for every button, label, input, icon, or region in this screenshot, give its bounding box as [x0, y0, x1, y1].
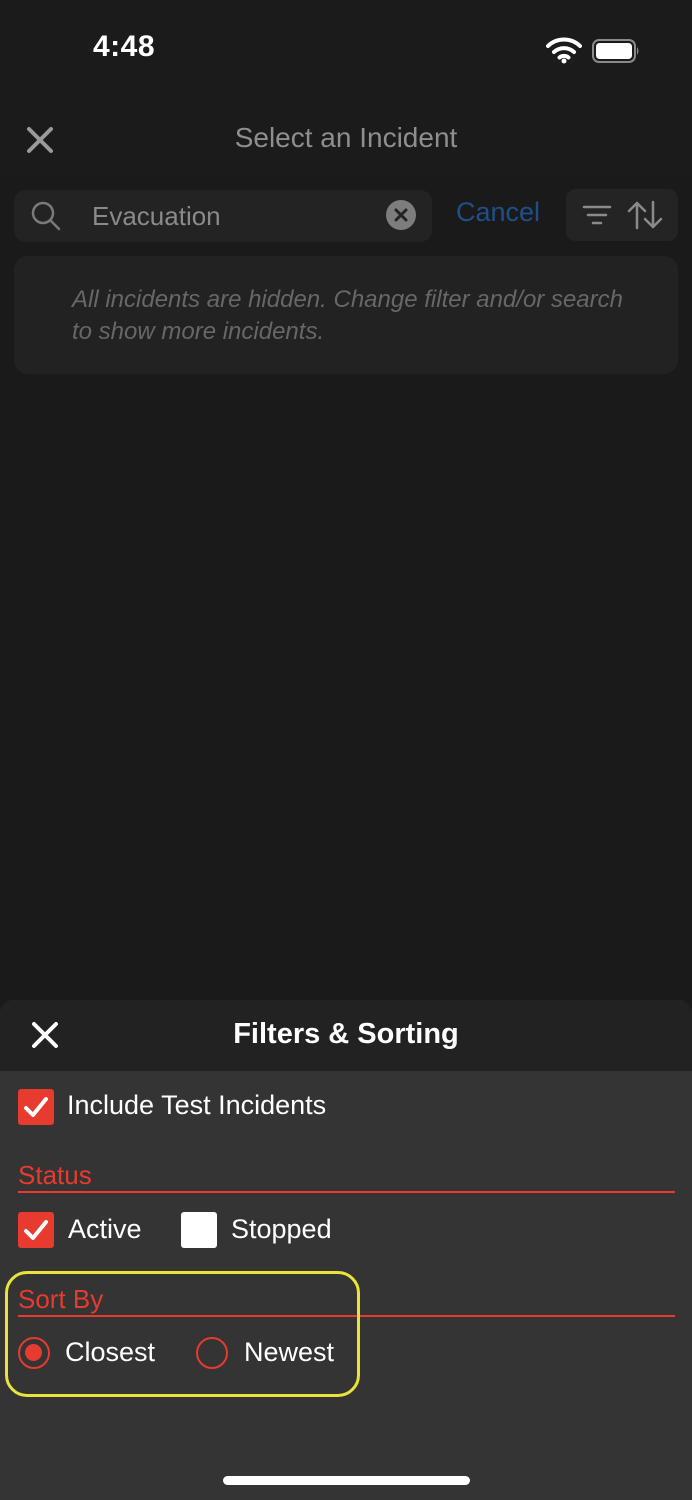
search-input[interactable] — [92, 192, 372, 240]
filter-icon — [582, 205, 612, 225]
cancel-button[interactable]: Cancel — [456, 197, 540, 228]
filters-sheet — [0, 1000, 692, 1500]
wifi-icon — [546, 37, 582, 64]
stopped-checkbox[interactable] — [181, 1212, 217, 1248]
clear-icon — [394, 208, 408, 222]
stopped-label: Stopped — [231, 1214, 332, 1244]
status-divider — [18, 1191, 675, 1193]
page-title: Select an Incident — [234, 122, 458, 153]
clear-search-button[interactable] — [386, 200, 416, 230]
status-section-label: Status — [18, 1160, 92, 1190]
active-label: Active — [68, 1214, 142, 1244]
sort-icon — [627, 200, 663, 230]
include-test-checkbox[interactable] — [18, 1089, 54, 1125]
empty-state-message: All incidents are hidden. Change filter … — [72, 286, 623, 345]
include-test-label: Include Test Incidents — [67, 1090, 327, 1120]
home-indicator — [223, 1476, 470, 1485]
sheet-title: Filters & Sorting — [233, 1018, 459, 1050]
search-icon — [31, 201, 61, 231]
filter-sort-button[interactable] — [566, 189, 678, 241]
battery-icon — [592, 39, 639, 63]
status-time: 4:48 — [93, 30, 156, 63]
checkmark-icon — [24, 1220, 48, 1240]
active-checkbox[interactable] — [18, 1212, 54, 1248]
sort-highlight-annotation — [5, 1271, 360, 1397]
checkmark-icon — [24, 1097, 48, 1117]
